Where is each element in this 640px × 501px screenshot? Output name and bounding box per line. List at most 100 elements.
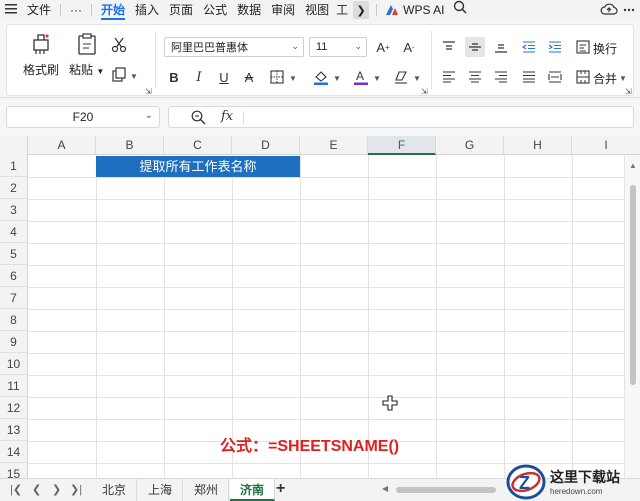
menu-more[interactable]: ··· [65,0,87,20]
column-header[interactable]: A [28,136,96,155]
font-name-select[interactable]: 阿里巴巴普惠体 ⌄ [164,37,304,57]
align-right-icon[interactable] [491,67,511,87]
font-launcher-icon[interactable]: ⇲ [421,87,428,96]
strikethrough-icon[interactable]: A [239,67,259,87]
column-header[interactable]: G [436,136,504,155]
sheet-tab[interactable]: 北京 [92,479,138,501]
formula-input[interactable]: fx [168,106,634,128]
row-header[interactable]: 13 [0,419,28,441]
column-header[interactable]: H [504,136,572,155]
row-header[interactable]: 11 [0,375,28,397]
distributed-align-icon[interactable] [545,67,565,87]
alignment-launcher-icon[interactable]: ⇲ [625,87,632,96]
column-header[interactable]: D [232,136,300,155]
border-icon[interactable] [267,67,287,87]
scrollbar-thumb[interactable] [630,185,636,385]
font-size-select[interactable]: 11 ⌄ [309,37,367,57]
row-header[interactable]: 7 [0,287,28,309]
row-header[interactable]: 9 [0,331,28,353]
border-dropdown-icon[interactable]: ▼ [289,74,297,83]
merged-title-cell[interactable]: 提取所有工作表名称 [96,156,300,177]
row-header[interactable]: 1 [0,155,28,177]
row-header[interactable]: 2 [0,177,28,199]
select-all-corner[interactable] [0,136,28,155]
merge-cells-icon[interactable] [573,67,593,87]
justify-icon[interactable] [519,67,539,87]
horizontal-scrollbar[interactable]: ◀ [380,484,510,496]
tab-tools[interactable]: 工 [334,0,350,20]
increase-indent-icon[interactable] [545,37,565,57]
wrap-text-label[interactable]: 换行 [593,40,617,57]
row-header[interactable]: 10 [0,353,28,375]
row-header[interactable]: 6 [0,265,28,287]
wps-ai-button[interactable]: WPS AI [381,3,448,17]
fx-icon[interactable]: fx [221,109,233,124]
column-header[interactable]: C [164,136,232,155]
tab-page[interactable]: 页面 [164,0,198,20]
row-header[interactable]: 3 [0,199,28,221]
tab-formula[interactable]: 公式 [198,0,232,20]
font-color-dropdown-icon[interactable]: ▼ [373,74,381,83]
decrease-indent-icon[interactable] [519,37,539,57]
column-header-selected[interactable]: F [368,136,436,155]
row-header[interactable]: 5 [0,243,28,265]
fill-color-icon[interactable] [311,67,331,87]
spreadsheet-grid[interactable]: A B C D E F G H I 1 2 3 4 5 6 7 8 9 10 1… [0,136,640,478]
merge-label[interactable]: 合并 [593,70,617,87]
hamburger-menu-icon[interactable] [0,0,22,20]
first-sheet-icon[interactable]: |❮ [10,483,22,496]
scrollbar-thumb[interactable] [396,487,496,493]
clear-format-icon[interactable] [391,67,411,87]
zoom-icon[interactable] [191,110,206,128]
font-color-icon[interactable]: A [351,67,371,87]
merge-dropdown-icon[interactable]: ▼ [619,74,627,83]
sheet-tab-active[interactable]: 济南 [230,479,276,501]
fill-color-dropdown-icon[interactable]: ▼ [333,74,341,83]
scroll-up-icon[interactable]: ▲ [629,161,637,170]
clipboard-launcher-icon[interactable]: ⇲ [145,87,152,96]
tab-data[interactable]: 数据 [232,0,266,20]
name-box[interactable]: F20 ⌄ [6,106,160,128]
format-painter-button[interactable]: 格式刷 [23,31,59,78]
row-header[interactable]: 14 [0,441,28,463]
next-sheet-icon[interactable]: ❯ [52,483,61,496]
align-center-icon[interactable] [465,67,485,87]
wrap-text-icon[interactable] [573,37,593,57]
last-sheet-icon[interactable]: ❯| [70,483,82,496]
tab-insert[interactable]: 插入 [130,0,164,20]
cut-icon[interactable] [109,35,129,55]
vertical-scrollbar[interactable]: ▲ [624,155,640,478]
bold-icon[interactable]: B [164,67,184,87]
row-header[interactable]: 15 [0,463,28,478]
column-header[interactable]: B [96,136,164,155]
copy-dropdown-icon[interactable]: ▼ [130,72,138,81]
row-header[interactable]: 12 [0,397,28,419]
prev-sheet-icon[interactable]: ❮ [32,483,41,496]
tab-home[interactable]: 开始 [96,0,130,20]
align-top-icon[interactable] [439,37,459,57]
decrease-font-icon[interactable]: A- [399,37,419,57]
row-header[interactable]: 8 [0,309,28,331]
align-middle-icon[interactable] [465,37,485,57]
paste-button[interactable]: 粘贴 ▼ [69,31,104,78]
add-sheet-button[interactable]: + [276,480,285,498]
align-bottom-icon[interactable] [491,37,511,57]
row-header[interactable]: 4 [0,221,28,243]
column-header[interactable]: I [572,136,640,155]
sheet-tab[interactable]: 上海 [138,479,184,501]
search-icon[interactable] [448,0,472,20]
align-left-icon[interactable] [439,67,459,87]
scroll-left-icon[interactable]: ◀ [382,484,388,493]
menu-file[interactable]: 文件 [22,0,56,20]
chevron-right-icon[interactable]: ❯ [353,1,370,19]
increase-font-icon[interactable]: A + [373,37,393,57]
copy-icon[interactable] [109,65,129,85]
italic-icon[interactable]: I [189,67,209,87]
tab-view[interactable]: 视图 [300,0,334,20]
tab-review[interactable]: 审阅 [266,0,300,20]
cloud-upload-icon[interactable] [600,1,618,20]
sheet-tab[interactable]: 郑州 [184,479,230,501]
column-header[interactable]: E [300,136,368,155]
clear-dropdown-icon[interactable]: ▼ [413,74,421,83]
more-options-icon[interactable] [622,1,636,20]
